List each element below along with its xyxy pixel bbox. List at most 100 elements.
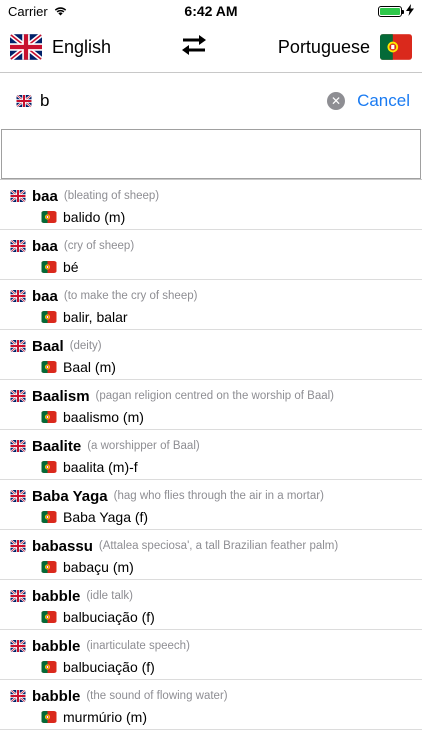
result-term: Baal [32,337,64,355]
uk-flag-icon [10,690,26,702]
uk-flag-icon [10,640,26,652]
result-term: Baalite [32,437,82,455]
source-language-button[interactable]: English [10,34,111,60]
uk-flag-icon [10,440,26,452]
result-term: babble [32,587,81,605]
status-bar: Carrier 6:42 AM [0,0,422,22]
result-translation: balbuciação (f) [63,609,155,625]
language-bar: English Portuguese [0,22,422,73]
result-term: Baalism [32,387,90,405]
results-list: baa (bleating of sheep) balido (m) baa (cry … [0,179,422,730]
portugal-flag-icon [41,611,57,623]
result-source-line: Baba Yaga (hag who flies through the air … [10,486,412,506]
result-source-line: baa (bleating of sheep) [10,186,412,206]
result-note: (Attalea speciosa', a tall Brazilian fea… [98,540,339,552]
target-language-label: Portuguese [277,36,370,57]
result-source-line: babble (the sound of flowing water) [10,686,412,706]
result-source-line: Baal (deity) [10,336,412,356]
result-source-line: babassu (Attalea speciosa', a tall Brazil… [10,536,412,556]
cancel-button[interactable]: Cancel [355,91,412,111]
result-row[interactable]: babble (the sound of flowing water) murmúr… [0,680,422,730]
battery-icon [378,5,404,17]
blank-panel [1,129,421,179]
result-row[interactable]: baa (cry of sheep) bé [0,230,422,280]
uk-flag-icon [10,490,26,502]
portugal-flag-icon [41,711,57,723]
result-translation-line: balido (m) [10,207,412,227]
uk-flag-icon [10,340,26,352]
source-language-label: English [52,36,112,57]
result-row[interactable]: baa (to make the cry of sheep) balir, bala… [0,280,422,330]
result-translation-line: balbuciação (f) [10,607,412,627]
portugal-flag-icon [41,311,57,323]
swap-arrows-icon [179,33,209,62]
result-translation: baalita (m)-f [63,459,138,475]
result-row[interactable]: babble (idle talk) balbuciação (f) [0,580,422,630]
portugal-flag-icon [41,511,57,523]
result-note: (inarticulate speech) [86,640,190,652]
result-translation-line: babaçu (m) [10,557,412,577]
result-row[interactable]: babble (inarticulate speech) balbuciação (… [0,630,422,680]
result-translation-line: murmúrio (m) [10,707,412,727]
swap-languages-button[interactable] [174,31,214,63]
result-term: baa [32,237,58,255]
result-translation: bé [63,259,79,275]
result-translation: Baal (m) [63,359,116,375]
result-translation-line: balir, balar [10,307,412,327]
target-language-button[interactable]: Portuguese [278,34,412,60]
uk-flag-icon [10,290,26,302]
portugal-flag-icon [41,361,57,373]
result-note: (deity) [69,340,102,352]
result-translation: balbuciação (f) [63,659,155,675]
result-translation-line: bé [10,257,412,277]
result-row[interactable]: Baal (deity) Baal (m) [0,330,422,380]
search-field: ✕ [16,83,355,119]
result-translation: babaçu (m) [63,559,134,575]
portugal-flag-icon [41,411,57,423]
portugal-flag-icon [41,211,57,223]
result-source-line: babble (idle talk) [10,586,412,606]
result-note: (hag who flies through the air in a mort… [113,490,324,502]
result-row[interactable]: baa (bleating of sheep) balido (m) [0,180,422,230]
result-term: babassu [32,537,93,555]
status-left: Carrier [8,4,68,19]
charging-icon [406,3,414,19]
uk-flag-icon [10,190,26,202]
uk-flag-icon [10,590,26,602]
result-translation-line: Baal (m) [10,357,412,377]
clear-search-icon[interactable]: ✕ [327,92,346,110]
result-row[interactable]: Baalite (a worshipper of Baal) baalita (m)… [0,430,422,480]
result-note: (to make the cry of sheep) [63,290,198,302]
portugal-flag-icon [380,34,412,60]
result-row[interactable]: Baba Yaga (hag who flies through the air … [0,480,422,530]
result-note: (a worshipper of Baal) [87,440,200,452]
portugal-flag-icon [41,461,57,473]
result-translation-line: Baba Yaga (f) [10,507,412,527]
result-source-line: Baalite (a worshipper of Baal) [10,436,412,456]
result-translation: Baba Yaga (f) [63,509,149,525]
result-note: (pagan religion centred on the worship o… [95,390,334,402]
result-note: (bleating of sheep) [63,190,160,202]
search-input[interactable] [40,91,320,111]
portugal-flag-icon [41,661,57,673]
result-term: baa [32,287,58,305]
result-term: babble [32,687,81,705]
result-translation-line: baalita (m)-f [10,457,412,477]
result-row[interactable]: Baalism (pagan religion centred on the wo… [0,380,422,430]
uk-flag-icon [10,240,26,252]
result-term: baa [32,187,58,205]
result-note: (idle talk) [86,590,133,602]
carrier-label: Carrier [8,3,48,19]
portugal-flag-icon [41,261,57,273]
uk-flag-icon [10,34,42,60]
result-translation-line: balbuciação (f) [10,657,412,677]
search-bar: ✕ Cancel [0,73,422,129]
uk-flag-icon [10,390,26,402]
result-note: (the sound of flowing water) [86,690,228,702]
result-term: babble [32,637,81,655]
result-source-line: baa (cry of sheep) [10,236,412,256]
result-term: Baba Yaga [32,487,108,505]
result-source-line: Baalism (pagan religion centred on the wo… [10,386,412,406]
status-right [378,3,414,19]
result-row[interactable]: babassu (Attalea speciosa', a tall Brazil… [0,530,422,580]
